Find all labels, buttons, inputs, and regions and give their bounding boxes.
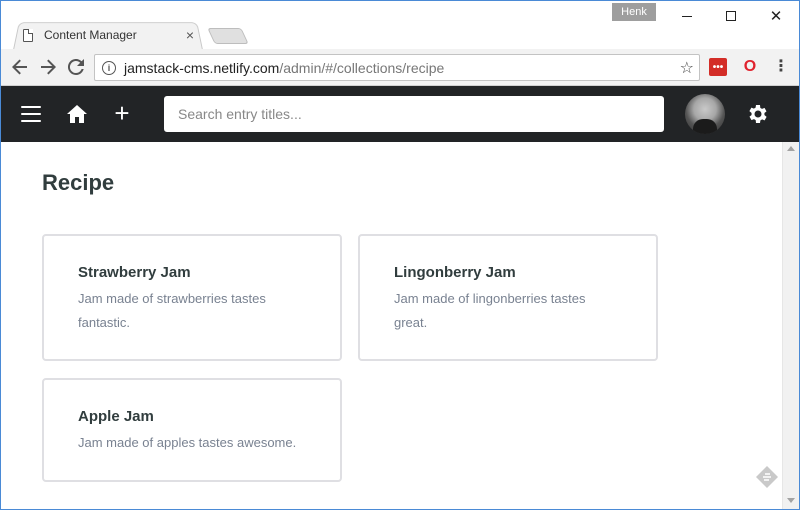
entry-description: Jam made of apples tastes awesome. xyxy=(78,435,297,450)
minimize-button[interactable] xyxy=(665,3,709,29)
profile-name[interactable]: Henk xyxy=(612,3,656,21)
url-path: /admin/#/collections/recipe xyxy=(279,59,445,76)
scroll-down-icon[interactable] xyxy=(787,498,795,503)
tab-title: Content Manager xyxy=(44,28,137,42)
close-window-button[interactable]: ✕ xyxy=(754,3,798,29)
document-icon xyxy=(23,28,33,42)
back-button[interactable] xyxy=(9,56,31,78)
url-text[interactable]: jamstack-cms.netlify.com/admin/#/collect… xyxy=(124,60,680,76)
minimize-icon xyxy=(682,15,692,17)
netlify-logo-icon xyxy=(756,466,778,488)
browser-tab[interactable]: Content Manager × xyxy=(23,23,201,47)
home-icon[interactable] xyxy=(66,104,88,124)
entry-title: Apple Jam xyxy=(78,408,154,425)
scroll-up-icon[interactable] xyxy=(787,146,795,151)
new-tab-button[interactable] xyxy=(207,28,249,44)
entry-card[interactable]: Apple Jam Jam made of apples tastes awes… xyxy=(42,378,342,482)
title-bar: Content Manager × Henk ✕ xyxy=(1,1,799,50)
search-input[interactable] xyxy=(164,96,664,132)
maximize-icon xyxy=(726,11,736,21)
arrow-left-icon xyxy=(12,59,27,75)
page-title: Recipe xyxy=(42,170,115,195)
info-icon[interactable]: i xyxy=(102,60,116,75)
tab-close-icon[interactable]: × xyxy=(183,27,197,43)
reload-button[interactable] xyxy=(65,56,87,78)
close-icon: ✕ xyxy=(769,7,783,25)
reload-icon xyxy=(68,59,84,75)
entry-title: Lingonberry Jam xyxy=(394,264,516,281)
browser-window: Content Manager × Henk ✕ i jamstack-cms.… xyxy=(0,0,800,510)
entry-card[interactable]: Strawberry Jam Jam made of strawberries … xyxy=(42,234,342,361)
gear-icon[interactable] xyxy=(746,102,770,126)
forward-button[interactable] xyxy=(37,56,59,78)
maximize-button[interactable] xyxy=(709,3,753,29)
star-icon[interactable]: ☆ xyxy=(680,58,694,78)
arrow-right-icon xyxy=(41,59,56,75)
entry-description: Jam made of strawberries tastes fantasti… xyxy=(78,291,266,330)
entry-description: Jam made of lingonberries tastes great. xyxy=(394,291,586,330)
hamburger-icon[interactable] xyxy=(21,106,41,122)
opera-icon[interactable]: O xyxy=(741,58,759,76)
app-header: + xyxy=(1,86,799,142)
browser-toolbar: i jamstack-cms.netlify.com/admin/#/colle… xyxy=(1,49,799,86)
avatar[interactable] xyxy=(685,94,725,134)
more-vert-icon[interactable]: ⋮ xyxy=(773,58,789,76)
entry-title: Strawberry Jam xyxy=(78,264,191,281)
collection-view: Recipe Strawberry Jam Jam made of strawb… xyxy=(1,142,799,509)
lastpass-icon[interactable]: ••• xyxy=(709,58,727,76)
entry-card[interactable]: Lingonberry Jam Jam made of lingonberrie… xyxy=(358,234,658,361)
url-host: jamstack-cms.netlify.com xyxy=(124,59,280,76)
address-bar[interactable]: i jamstack-cms.netlify.com/admin/#/colle… xyxy=(94,54,700,81)
plus-icon[interactable]: + xyxy=(112,100,132,126)
vertical-scrollbar[interactable] xyxy=(782,142,799,509)
